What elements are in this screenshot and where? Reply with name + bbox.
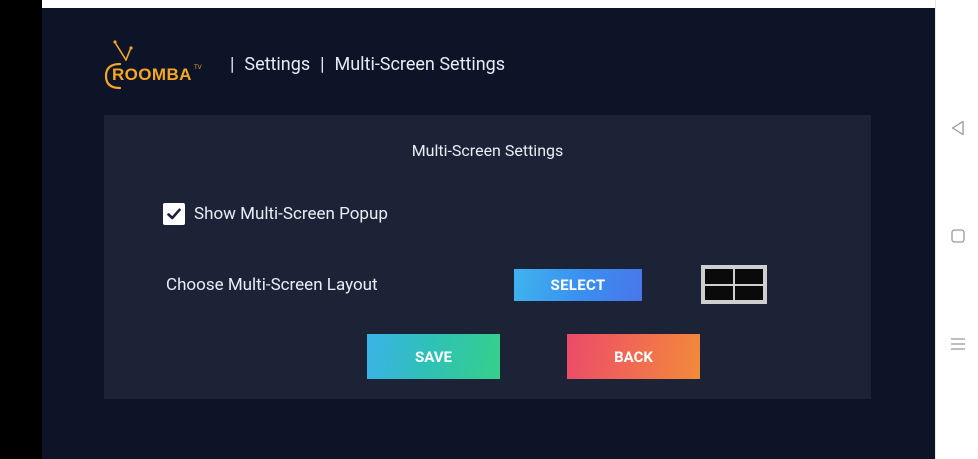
nav-home-button[interactable] bbox=[936, 221, 978, 251]
layout-cell bbox=[735, 269, 763, 284]
breadcrumb-separator: | bbox=[230, 54, 235, 75]
save-button[interactable]: SAVE bbox=[367, 334, 500, 379]
menu-lines-icon bbox=[950, 338, 965, 350]
triangle-back-icon bbox=[951, 120, 964, 136]
breadcrumb-multiscreen: Multi-Screen Settings bbox=[334, 54, 506, 75]
square-home-icon bbox=[950, 229, 965, 243]
roomba-logo: ROOMBA TV bbox=[104, 38, 214, 93]
layout-cell bbox=[735, 285, 763, 300]
show-popup-checkbox[interactable] bbox=[163, 203, 185, 225]
back-button[interactable]: BACK bbox=[567, 334, 700, 379]
nav-back-button[interactable] bbox=[936, 113, 978, 143]
logo-superscript: TV bbox=[194, 65, 202, 71]
checkmark-icon bbox=[167, 208, 181, 220]
breadcrumb: | Settings | Multi-Screen Settings bbox=[230, 54, 505, 76]
layout-cell bbox=[705, 285, 733, 300]
top-strip bbox=[42, 0, 935, 8]
logo-text: ROOMBA bbox=[112, 65, 192, 84]
app-screen: ROOMBA TV | Settings | Multi-Screen Sett… bbox=[42, 8, 935, 459]
breadcrumb-settings[interactable]: Settings bbox=[244, 54, 310, 76]
grid-2x2-icon[interactable] bbox=[701, 265, 767, 304]
left-bezel bbox=[0, 0, 42, 459]
show-popup-label[interactable]: Show Multi-Screen Popup bbox=[194, 204, 388, 224]
select-layout-button[interactable]: SELECT bbox=[514, 269, 642, 301]
breadcrumb-separator: | bbox=[320, 54, 325, 75]
layout-label: Choose Multi-Screen Layout bbox=[166, 275, 378, 295]
system-nav-bar bbox=[935, 0, 978, 459]
nav-menu-button[interactable] bbox=[936, 329, 978, 359]
layout-cell bbox=[705, 269, 733, 284]
app-frame: ROOMBA TV | Settings | Multi-Screen Sett… bbox=[0, 0, 978, 459]
settings-panel: Multi-Screen Settings Show Multi-Screen … bbox=[104, 115, 871, 399]
panel-title: Multi-Screen Settings bbox=[411, 141, 564, 160]
